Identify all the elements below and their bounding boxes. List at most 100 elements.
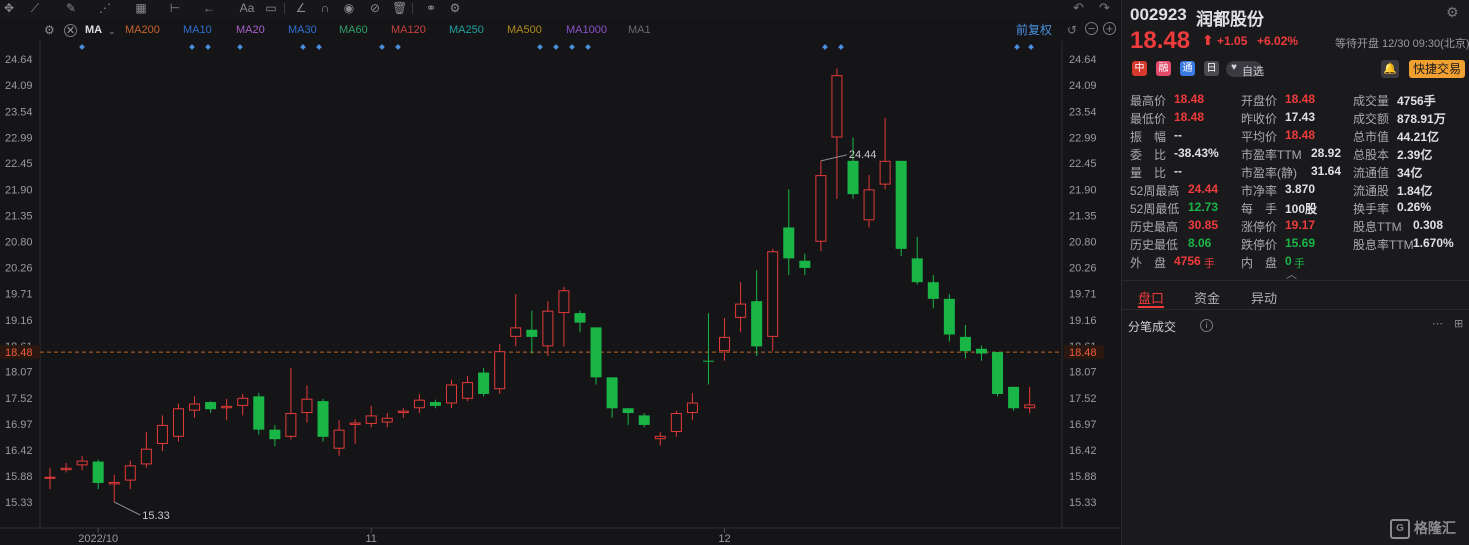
quick-trade-button[interactable]: 快捷交易 [1409, 60, 1465, 78]
stat-label: 总市值 [1353, 130, 1390, 144]
adjust-button[interactable]: 前复权 [1016, 24, 1052, 36]
ma20-label[interactable]: MA20 [236, 24, 265, 36]
y-tick-label-right: 18.07 [1069, 367, 1097, 379]
candle-body [462, 382, 474, 399]
stat-value: -38.43% [1174, 146, 1219, 160]
stat-value: 34亿 [1397, 166, 1423, 180]
candle-body [590, 327, 602, 378]
ma250-label[interactable]: MA250 [449, 24, 484, 36]
stat-value: -- [1174, 164, 1182, 178]
watchlist-button[interactable]: ♥ 自选 [1226, 61, 1264, 78]
pencil-icon[interactable]: ✎ [64, 1, 78, 15]
marker-dot [79, 44, 85, 50]
arrow-icon[interactable]: ← [202, 1, 216, 15]
price-change: +1.05 [1217, 34, 1248, 48]
ma30-label[interactable]: MA30 [288, 24, 317, 36]
candle-body [172, 408, 184, 437]
stat-label: 历史最高 [1130, 220, 1179, 234]
measure-icon[interactable]: ⊢ [168, 1, 182, 15]
undo-icon[interactable]: ↶ [1073, 0, 1084, 16]
candle-body [478, 372, 490, 394]
settings-icon[interactable]: ⚙ [448, 1, 462, 15]
ma10-label[interactable]: MA10 [183, 24, 212, 36]
gear-icon[interactable]: ⚙ [1446, 4, 1459, 21]
candle-body [927, 282, 939, 299]
magnet-icon[interactable]: ∩ [318, 1, 332, 15]
ma-select[interactable]: MA [85, 24, 102, 36]
candle-body [60, 467, 72, 471]
stat-label: 涨停价 [1241, 220, 1278, 234]
zoom-out-icon[interactable]: − [1085, 22, 1098, 35]
redo-icon[interactable]: ↷ [1099, 0, 1110, 16]
y-tick-label-left: 24.09 [5, 80, 33, 92]
stat-value: -- [1174, 128, 1182, 142]
candle-body [943, 298, 955, 335]
tab-capital[interactable]: 资金 [1194, 288, 1220, 307]
stat-label: 流通股 [1353, 184, 1390, 198]
candle-body [574, 313, 586, 323]
stat-label: 跌停价 [1241, 238, 1278, 252]
more-icon[interactable]: ⋯ [1432, 317, 1443, 330]
y-tick-label-right: 15.33 [1069, 497, 1097, 509]
bell-icon[interactable]: 🔔 [1381, 60, 1399, 78]
stat-value: 30.85 [1188, 218, 1219, 232]
range-icon[interactable]: ▦ [134, 1, 148, 15]
stat-label: 量 比 [1130, 166, 1167, 180]
y-tick-label-right: 17.52 [1069, 393, 1097, 405]
candle-body [44, 476, 56, 479]
stat-label: 最高价 [1130, 94, 1167, 108]
candle-body [815, 175, 827, 242]
market-status: 等待开盘 12/30 09:30(北京) [1335, 38, 1469, 50]
ma200-label[interactable]: MA200 [125, 24, 160, 36]
eye-icon[interactable]: ◉ [342, 1, 356, 15]
candle-body [719, 336, 731, 352]
candle-body [879, 160, 891, 185]
marker-dot [395, 44, 401, 50]
hide-icon[interactable]: ⊘ [368, 1, 382, 15]
ma60-label[interactable]: MA60 [339, 24, 368, 36]
brush-icon[interactable]: ∠ [294, 1, 308, 15]
crosshair-icon[interactable]: ✥ [2, 1, 16, 15]
marker-dot [300, 44, 306, 50]
candlestick-chart[interactable]: 24.64 24.64 24.09 24.09 23.54 23.54 22.99 22.99… [0, 41, 1120, 545]
line-icon[interactable]: ⟋ [28, 1, 42, 15]
calendar-icon: 日 [1204, 61, 1219, 76]
comment-icon[interactable]: ▭ [264, 1, 278, 15]
candle-body [751, 301, 763, 347]
candle-body [992, 352, 1004, 394]
marker-dot [379, 44, 385, 50]
info-icon[interactable]: i [1200, 317, 1213, 332]
stat-value: 3.870 [1285, 182, 1316, 196]
delete-icon[interactable]: 🗑 [392, 1, 407, 15]
candle-body [237, 397, 249, 406]
candle-body [622, 408, 634, 414]
stat-value: 19.17 [1285, 218, 1316, 232]
annotation-label: 24.44 [849, 149, 877, 161]
ma1-label[interactable]: MA1 [628, 24, 651, 36]
chevron-down-icon[interactable]: ⌄ [108, 25, 116, 37]
ma1000-label[interactable]: MA1000 [566, 24, 607, 36]
y-tick-label-right: 15.88 [1069, 471, 1097, 483]
stat-label: 52周最低 [1130, 202, 1180, 216]
ma120-label[interactable]: MA120 [391, 24, 426, 36]
link-icon[interactable]: ⚭ [422, 1, 440, 15]
candle-body [735, 303, 747, 318]
text-icon[interactable]: Aa [238, 1, 256, 15]
stock-name: 润都股份 [1196, 10, 1264, 29]
marker-dot [237, 44, 243, 50]
y-tick-label-left: 22.45 [5, 158, 33, 170]
gear-icon[interactable]: ⚙ [44, 24, 55, 36]
y-tick-label-right: 24.64 [1069, 54, 1097, 66]
ma500-label[interactable]: MA500 [507, 24, 542, 36]
tab-orderbook[interactable]: 盘口 [1138, 288, 1164, 307]
marker-dot [1014, 44, 1020, 50]
candle-body [397, 410, 409, 414]
tab-movement[interactable]: 异动 [1251, 288, 1277, 307]
quote-panel: 002923 润都股份 ⚙ 18.48 ⬆ +1.05 +6.02% 等待开盘 … [1121, 0, 1469, 545]
zoom-in-icon[interactable]: + [1103, 22, 1116, 35]
expand-icon[interactable]: ⊞ [1454, 317, 1463, 330]
close-icon[interactable]: ✕ [64, 24, 77, 37]
polyline-icon[interactable]: ⋰ [98, 1, 112, 15]
reset-icon[interactable]: ↺ [1067, 23, 1077, 37]
y-tick-label-left: 18.07 [5, 367, 33, 379]
